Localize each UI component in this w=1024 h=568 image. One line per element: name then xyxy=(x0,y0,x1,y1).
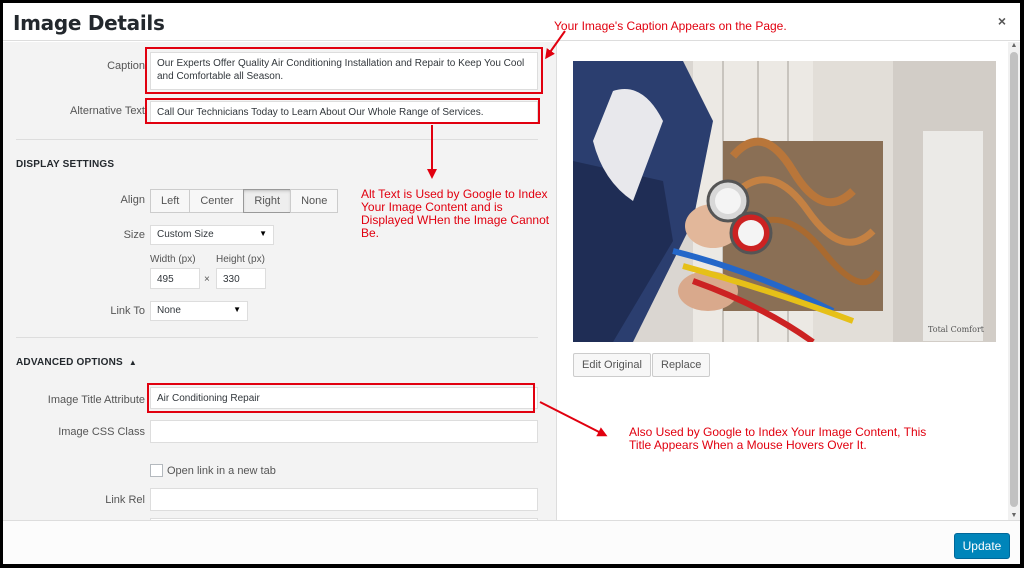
caption-label: Caption xyxy=(107,60,145,72)
divider xyxy=(16,139,538,140)
caption-annotation: Your Image's Caption Appears on the Page… xyxy=(554,19,787,33)
width-input[interactable]: 495 xyxy=(150,268,200,289)
link-to-select[interactable]: None ▼ xyxy=(150,301,248,321)
title-attribute-label: Image Title Attribute xyxy=(47,394,145,406)
display-settings-heading: DISPLAY SETTINGS xyxy=(16,159,115,170)
modal-footer: Update xyxy=(3,520,1020,564)
image-details-modal: Image Details × Caption Our Experts Offe… xyxy=(3,3,1020,564)
times-icon: × xyxy=(204,274,210,285)
align-none-button[interactable]: None xyxy=(290,189,339,213)
size-label: Size xyxy=(123,229,145,241)
title-attribute-annotation: Also Used by Google to Index Your Image … xyxy=(629,425,927,452)
caret-up-icon: ▲ xyxy=(128,358,138,367)
title-attribute-highlight-box xyxy=(147,383,535,413)
advanced-options-toggle[interactable]: ADVANCED OPTIONS ▲ xyxy=(16,357,137,368)
new-tab-checkbox[interactable] xyxy=(150,464,163,477)
size-select[interactable]: Custom Size ▼ xyxy=(150,225,274,245)
caption-highlight-box xyxy=(145,47,543,94)
align-button-group: Left Center Right None xyxy=(150,189,339,213)
align-left-button[interactable]: Left xyxy=(150,189,191,213)
replace-button[interactable]: Replace xyxy=(652,353,711,377)
close-icon[interactable]: × xyxy=(998,13,1006,29)
caret-down-icon: ▼ xyxy=(233,305,241,314)
size-select-value: Custom Size xyxy=(157,229,214,240)
css-class-input[interactable] xyxy=(150,420,538,443)
divider xyxy=(16,337,538,338)
scroll-thumb[interactable] xyxy=(1010,52,1018,507)
height-input[interactable]: 330 xyxy=(216,268,266,289)
new-tab-label: Open link in a new tab xyxy=(167,465,276,477)
update-button[interactable]: Update xyxy=(954,533,1010,559)
alt-text-highlight-box xyxy=(145,98,540,124)
alt-text-label: Alternative Text xyxy=(69,105,145,117)
caret-down-icon: ▼ xyxy=(259,229,267,238)
align-right-button[interactable]: Right xyxy=(243,189,292,213)
scrollbar[interactable]: ▲ ▼ xyxy=(1008,42,1020,520)
edit-original-button[interactable]: Edit Original xyxy=(573,353,651,377)
align-center-button[interactable]: Center xyxy=(189,189,245,213)
link-rel-input[interactable] xyxy=(150,488,538,511)
watermark-logo: Total Comfort xyxy=(928,325,984,334)
technician-photo xyxy=(573,61,996,342)
link-rel-label: Link Rel xyxy=(105,494,145,506)
settings-panel: Caption Our Experts Offer Quality Air Co… xyxy=(3,42,557,520)
height-label: Height (px) xyxy=(216,254,265,265)
advanced-options-heading: ADVANCED OPTIONS xyxy=(16,357,123,368)
scroll-up-icon[interactable]: ▲ xyxy=(1010,42,1018,50)
modal-header: Image Details × xyxy=(3,3,1020,41)
image-preview: Total Comfort xyxy=(573,61,996,342)
scroll-down-icon[interactable]: ▼ xyxy=(1010,512,1018,520)
modal-title: Image Details xyxy=(13,11,165,35)
align-label: Align xyxy=(120,194,145,206)
link-to-select-value: None xyxy=(157,305,181,316)
css-class-label: Image CSS Class xyxy=(58,426,145,438)
alt-text-annotation: Alt Text is Used by Google to Index Your… xyxy=(361,187,550,240)
width-label: Width (px) xyxy=(150,254,196,265)
link-to-label: Link To xyxy=(110,305,145,317)
